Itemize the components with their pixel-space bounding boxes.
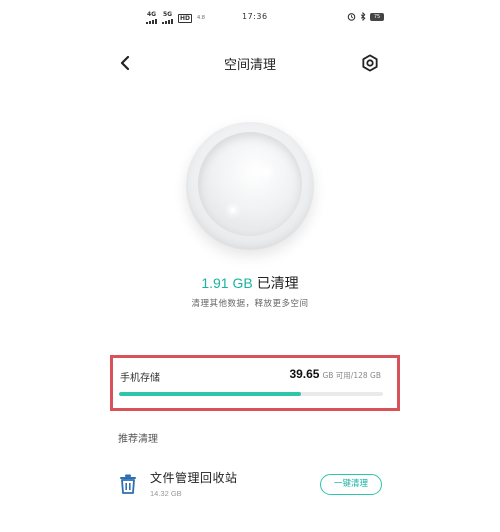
battery-icon: 75 [370,12,384,21]
cleaned-size: 1.91 GB [201,275,253,291]
settings-button[interactable] [357,50,383,76]
storage-progress-fill [119,392,302,396]
status-bar: 4G 5G HD 4.8 17:36 75 [0,0,500,34]
status-time: 17:36 [242,12,268,21]
storage-available: 39.65 [289,367,320,381]
network-type-2: 5G [162,11,173,18]
app-header: 空间清理 [0,40,500,86]
hd-badge: HD [178,13,193,23]
trash-icon [120,474,136,494]
sparkle-icon [263,169,269,175]
storage-label: 手机存储 [120,373,160,384]
item-name: 文件管理回收站 [150,471,238,485]
storage-total: GB 可用/128 GB [322,371,381,380]
alarm-icon [347,13,356,21]
status-left: 4G 5G HD 4.8 [146,12,205,24]
cleaned-summary: 1.91 GB 已清理 [0,273,500,293]
status-right: 75 [347,12,384,21]
page-title: 空间清理 [223,58,276,73]
sparkle-icon [231,208,235,212]
bluetooth-icon [360,12,366,21]
storage-info: 39.65 GB 可用/128 GB [289,367,381,381]
signal-icon-2: 5G [162,12,173,24]
clean-bowl-illustration [186,122,314,250]
phone-storage-card[interactable]: 手机存储 39.65 GB 可用/128 GB [110,355,400,411]
speed-indicator: 4.8 [197,15,205,21]
cleanup-hint: 清理其他数据，释放更多空间 [191,299,309,309]
item-size: 14.32 GB [150,489,182,498]
gear-icon [362,54,378,72]
list-item[interactable]: 文件管理回收站 14.32 GB 一键清理 [110,462,400,508]
recommended-section-title: 推荐清理 [118,434,158,445]
network-type-1: 4G [146,11,157,18]
storage-progress-bar [119,392,383,396]
signal-icon: 4G [146,12,157,24]
cleaned-label: 已清理 [256,276,299,292]
one-click-clean-button[interactable]: 一键清理 [320,474,382,495]
